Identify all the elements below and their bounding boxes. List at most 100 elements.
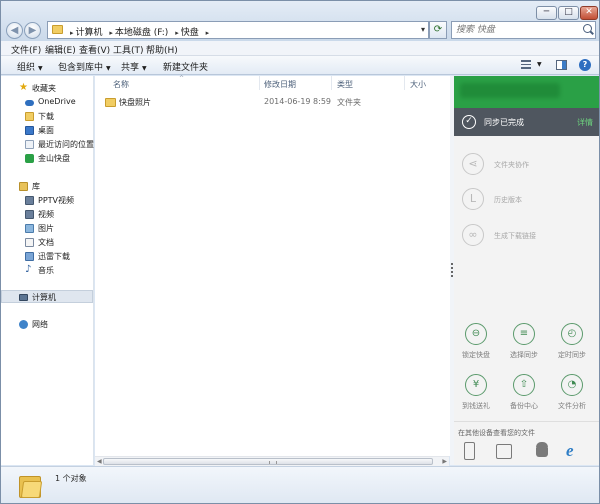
cloud-icon <box>25 100 34 106</box>
nav-onedrive[interactable]: OneDrive <box>1 96 93 109</box>
breadcrumb-computer[interactable]: 计算机 <box>76 28 103 38</box>
tablet-icon[interactable] <box>496 444 512 459</box>
horizontal-scrollbar[interactable]: ◀ ▶ <box>95 456 449 466</box>
column-header-type[interactable]: 类型 <box>337 79 353 93</box>
nav-pictures[interactable]: 图片 <box>1 222 93 235</box>
folder-collab-item[interactable]: ⋖ 文件夹协作 <box>462 153 592 179</box>
maximize-button[interactable]: □ <box>558 6 579 20</box>
nav-library[interactable]: 库 <box>1 180 93 193</box>
command-bar: 组织 ▼ 包含到库中 ▼ 共享 ▼ 新建文件夹 ▼ ? <box>1 56 599 75</box>
nav-downloads-label: 下载 <box>38 112 54 121</box>
menu-tools[interactable]: 工具(T) <box>113 43 144 56</box>
phone-icon[interactable] <box>464 442 475 460</box>
back-button[interactable]: ◀ <box>6 22 23 39</box>
close-button[interactable]: ✕ <box>580 6 598 20</box>
nav-jinshan[interactable]: 金山快盘 <box>1 152 93 165</box>
forward-button[interactable]: ▶ <box>24 22 41 39</box>
folder-icon <box>52 25 63 34</box>
view-dropdown-icon[interactable]: ▼ <box>537 61 542 68</box>
scroll-right-icon[interactable]: ▶ <box>442 458 447 465</box>
backup-icon: ⇧ <box>513 374 535 396</box>
download-link-item[interactable]: ∞ 生成下载链接 <box>462 224 592 250</box>
scrollbar-grip <box>269 461 277 464</box>
dropdown-arrow-icon: ▼ <box>106 65 111 72</box>
select-sync-button[interactable]: ≡ 选择同步 <box>504 323 544 363</box>
column-separator[interactable] <box>404 76 405 90</box>
column-separator[interactable] <box>331 76 332 90</box>
nav-favorites[interactable]: ★ 收藏夹 <box>1 82 93 95</box>
menu-help[interactable]: 帮助(H) <box>146 43 178 56</box>
minimize-button[interactable]: ─ <box>536 6 557 20</box>
details-link[interactable]: 详情 <box>577 117 593 128</box>
divider <box>454 421 599 422</box>
search-icon[interactable] <box>583 24 592 33</box>
new-folder-button[interactable]: 新建文件夹 <box>163 60 208 73</box>
help-icon[interactable]: ? <box>579 59 591 71</box>
view-options-icon[interactable] <box>521 60 531 69</box>
nav-network[interactable]: 网络 <box>1 318 93 331</box>
sort-ascending-icon: ^ <box>179 75 185 82</box>
nav-onedrive-label: OneDrive <box>38 97 76 106</box>
folder-front <box>20 481 43 498</box>
column-header-date[interactable]: 修改日期 <box>264 79 296 93</box>
nav-desktop[interactable]: 桌面 <box>1 124 93 137</box>
android-icon[interactable] <box>534 442 550 460</box>
nav-computer[interactable]: 计算机 <box>1 290 93 303</box>
ie-browser-icon[interactable]: e <box>566 442 582 460</box>
preview-pane-icon[interactable] <box>556 60 567 70</box>
nav-documents-label: 文档 <box>38 238 54 247</box>
nav-thunder[interactable]: 迅雷下载 <box>1 250 93 263</box>
address-bar[interactable]: ▸ 计算机 ▸ 本地磁盘 (F:) ▸ 快盘 ▸ ▾ <box>47 21 429 39</box>
file-row[interactable]: 快盘照片 2014-06-19 8:59 文件夹 <box>101 95 441 109</box>
folder-icon <box>105 98 116 107</box>
sync-panel: ✓ 同步已完成 详情 ⋖ 文件夹协作 L 历史版本 ∞ 生成下载链接 ⊖ 锁定快… <box>454 76 599 465</box>
lock-kuaipan-button[interactable]: ⊖ 锁定快盘 <box>456 323 496 363</box>
nav-favorites-label: 收藏夹 <box>32 84 56 93</box>
organize-button[interactable]: 组织 ▼ <box>17 60 43 73</box>
history-version-item[interactable]: L 历史版本 <box>462 188 592 214</box>
nav-jinshan-label: 金山快盘 <box>38 154 70 163</box>
share-button[interactable]: 共享 ▼ <box>121 60 147 73</box>
column-header-name[interactable]: 名称 <box>113 79 129 93</box>
column-separator[interactable] <box>259 76 260 90</box>
search-input[interactable] <box>452 22 580 38</box>
nav-video[interactable]: 视频 <box>1 208 93 221</box>
navigation-pane[interactable]: ★ 收藏夹 OneDrive 下载 桌面 最近访问的位置 金山快盘 库 PPTV… <box>1 76 94 465</box>
nav-documents[interactable]: 文档 <box>1 236 93 249</box>
share-icon: ⋖ <box>462 153 484 175</box>
scroll-left-icon[interactable]: ◀ <box>97 458 102 465</box>
file-list[interactable]: ^ 名称 修改日期 类型 大小 快盘照片 2014-06-19 8:59 文件夹 <box>95 75 450 456</box>
breadcrumb-kuaipan[interactable]: 快盘 <box>181 28 199 38</box>
gift-label: 到钱送礼 <box>462 402 490 410</box>
download-link-label: 生成下载链接 <box>494 232 536 240</box>
yen-icon: ¥ <box>465 374 487 396</box>
history-version-label: 历史版本 <box>494 196 522 204</box>
clock-icon: L <box>462 188 484 210</box>
scheduled-sync-button[interactable]: ◴ 定时同步 <box>552 323 592 363</box>
scrollbar-thumb[interactable] <box>103 458 433 465</box>
nav-pptv-label: PPTV视频 <box>38 196 75 205</box>
address-dropdown-icon[interactable]: ▾ <box>421 25 425 34</box>
menu-view[interactable]: 查看(V) <box>79 43 110 56</box>
breadcrumb-separator-icon: ▸ <box>175 29 179 37</box>
folder-collab-label: 文件夹协作 <box>494 161 529 169</box>
search-box[interactable] <box>451 21 596 39</box>
breadcrumb-drive-f[interactable]: 本地磁盘 (F:) <box>115 28 168 38</box>
nav-recent[interactable]: 最近访问的位置 <box>1 138 94 151</box>
breadcrumb: ▸ 计算机 ▸ 本地磁盘 (F:) ▸ 快盘 ▸ <box>68 25 211 38</box>
menu-edit[interactable]: 编辑(E) <box>45 43 76 56</box>
nav-music[interactable]: ♪ 音乐 <box>1 264 93 277</box>
include-library-button[interactable]: 包含到库中 ▼ <box>58 60 111 73</box>
scheduled-sync-label: 定时同步 <box>558 351 586 359</box>
refresh-button[interactable]: ⟳ <box>429 21 447 39</box>
file-analysis-button[interactable]: ◔ 文件分析 <box>552 374 592 414</box>
folder-large-icon <box>19 473 43 499</box>
column-header-size[interactable]: 大小 <box>410 79 426 93</box>
backup-center-button[interactable]: ⇧ 备份中心 <box>504 374 544 414</box>
gift-button[interactable]: ¥ 到钱送礼 <box>456 374 496 414</box>
menu-file[interactable]: 文件(F) <box>11 43 41 56</box>
nav-downloads[interactable]: 下载 <box>1 110 93 123</box>
account-banner <box>454 76 599 108</box>
nav-pptv[interactable]: PPTV视频 <box>1 194 93 207</box>
include-library-label: 包含到库中 <box>58 63 104 73</box>
